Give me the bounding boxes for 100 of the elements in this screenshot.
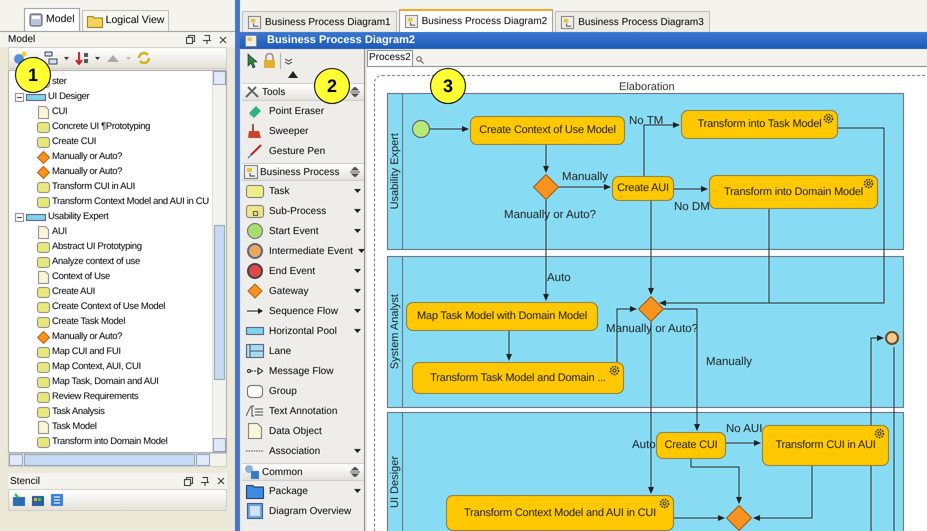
caret-icon[interactable]	[354, 489, 361, 493]
tree-item-label[interactable]: Context of Use	[52, 270, 110, 285]
task-node: Transform CUI in AUI	[762, 425, 889, 466]
close-icon[interactable]	[217, 477, 225, 485]
resize-icon[interactable]	[350, 467, 360, 477]
diamond-icon	[247, 283, 263, 299]
tree-item-label[interactable]: Map CUI and FUI	[52, 345, 121, 360]
tree-item-label[interactable]: Abstract UI Prototyping	[52, 240, 142, 255]
restore-icon[interactable]	[184, 476, 193, 486]
tree-item-label[interactable]: CUI	[52, 105, 68, 120]
panel-tab[interactable]: Logical View	[82, 10, 170, 31]
task-node: Transform Context Model and AUI in CUI	[446, 495, 674, 531]
tree-item-label[interactable]: Map Task, Domain and AUI	[52, 375, 159, 390]
caret-icon[interactable]	[354, 449, 361, 453]
palette-item[interactable]: Diagram Overview	[242, 501, 364, 521]
tree-item-label[interactable]: Create Context of Use Model	[52, 300, 166, 315]
caret-icon[interactable]	[354, 289, 361, 293]
vertical-scrollbar[interactable]	[212, 71, 226, 452]
pointer-icon[interactable]	[245, 53, 259, 69]
pool-icon	[26, 214, 46, 221]
resize-icon[interactable]	[350, 167, 360, 177]
lane-label: System Analyst	[388, 294, 402, 370]
tree-item-label[interactable]: Manually or Auto?	[52, 330, 122, 345]
palette-item[interactable]: End Event	[242, 261, 364, 281]
palette-item[interactable]: Start Event	[242, 221, 364, 241]
task-node: Transform into Task Model	[681, 110, 838, 139]
tree-item-label[interactable]: Analyze context of use	[52, 255, 140, 270]
tree-item-label[interactable]: Transform Context Model and AUI in CU	[52, 195, 209, 210]
up-triangle-icon[interactable]	[288, 71, 298, 78]
palette-item[interactable]: Task	[242, 181, 364, 201]
tree-item-label[interactable]: Manually or Auto?	[52, 165, 122, 180]
tree-item-label[interactable]: UI Desiger	[48, 90, 90, 105]
palette-item[interactable]: Intermediate Event	[242, 241, 364, 261]
lane-label: Usability Expert	[388, 133, 402, 210]
flow-label: No AUI	[726, 423, 762, 436]
panel-tab[interactable]: Model	[24, 8, 80, 31]
palette-item[interactable]: Package	[242, 481, 364, 501]
palette-item[interactable]: Group	[242, 381, 364, 401]
pin-icon[interactable]	[201, 476, 209, 486]
collapse-icon[interactable]	[15, 213, 24, 222]
palette-item[interactable]: Text Annotation	[242, 401, 364, 421]
palette-group-header[interactable]: Common	[242, 463, 364, 481]
pin-icon[interactable]	[203, 35, 211, 44]
tree-item-label[interactable]: Review Requirements	[52, 390, 138, 405]
document-icon	[38, 106, 49, 119]
palette-group-header[interactable]: Business Process	[242, 163, 364, 181]
stencil-icon[interactable]	[50, 493, 64, 507]
caret-icon[interactable]	[64, 56, 69, 60]
caret-icon[interactable]	[354, 269, 361, 273]
palette-item[interactable]: Data Object	[242, 421, 364, 441]
import-icon[interactable]	[12, 493, 26, 507]
grid-icon[interactable]	[31, 493, 45, 507]
diagram-tab[interactable]: Business Process Diagram2	[398, 9, 554, 32]
palette-item[interactable]: Sub-Process	[242, 201, 364, 221]
sort-icon[interactable]	[75, 51, 89, 65]
tree-item-label[interactable]: Create Task Model	[52, 315, 126, 330]
tree-item-label[interactable]: Transform into Domain Model	[52, 435, 168, 450]
close-icon[interactable]	[219, 36, 227, 44]
palette-item[interactable]: Gesture Pen	[242, 141, 364, 161]
diamond-icon	[37, 331, 50, 344]
tree-item-label[interactable]: ster	[52, 75, 66, 90]
palette-item[interactable]: Point Eraser	[242, 101, 364, 121]
caret-icon[interactable]	[95, 56, 100, 60]
tree-item-label[interactable]: Manually or Auto?	[52, 150, 122, 165]
palette-item[interactable]: Sequence Flow	[242, 301, 364, 321]
palette-item[interactable]: Message Flow	[242, 361, 364, 381]
palette-item[interactable]: Association	[242, 441, 364, 461]
caret-icon[interactable]	[354, 209, 361, 213]
tree-item-label[interactable]: Map Context, AUI, CUI	[52, 360, 141, 375]
lane-icon	[246, 344, 264, 358]
resize-icon[interactable]	[350, 87, 360, 97]
caret-icon[interactable]	[354, 189, 361, 193]
tree-item-label[interactable]: AUI	[52, 225, 67, 240]
tree-item-label[interactable]: Create AUI	[52, 285, 95, 300]
caret-icon[interactable]	[358, 249, 365, 253]
collapse-icon[interactable]	[15, 93, 24, 102]
restore-icon[interactable]	[186, 35, 195, 44]
tree-item-label[interactable]: Transform CUI in AUI	[52, 180, 135, 195]
search-icon[interactable]	[416, 56, 424, 64]
caret-icon[interactable]	[354, 229, 361, 233]
caret-icon[interactable]	[354, 329, 361, 333]
process-tab[interactable]: Process2	[367, 50, 413, 66]
horizontal-scrollbar[interactable]	[8, 453, 227, 467]
task-node: Create Context of Use Model	[470, 116, 625, 145]
tree-item-label[interactable]: Task Analysis	[52, 405, 104, 420]
tree-item-label[interactable]: Create CUI	[52, 135, 96, 150]
caret-icon[interactable]	[354, 309, 361, 313]
hierarchy-icon[interactable]	[44, 51, 58, 65]
tree-item-label[interactable]: Task Model	[52, 420, 97, 435]
task-node: Create AUI	[612, 176, 674, 201]
expand-icon[interactable]	[285, 58, 292, 64]
diagram-tab[interactable]: Business Process Diagram1	[242, 11, 397, 32]
palette-item[interactable]: Lane	[242, 341, 364, 361]
tree-item-label[interactable]: Usability Expert	[48, 210, 108, 225]
palette-item[interactable]: Gateway	[242, 281, 364, 301]
tree-item-label[interactable]: Concrete UI ¶Prototyping	[52, 120, 150, 135]
palette-item[interactable]: Sweeper	[242, 121, 364, 141]
diagram-tab[interactable]: Business Process Diagram3	[555, 11, 710, 32]
window-title: Business Process Diagram2	[267, 33, 415, 48]
palette-item[interactable]: Horizontal Pool	[242, 321, 364, 341]
